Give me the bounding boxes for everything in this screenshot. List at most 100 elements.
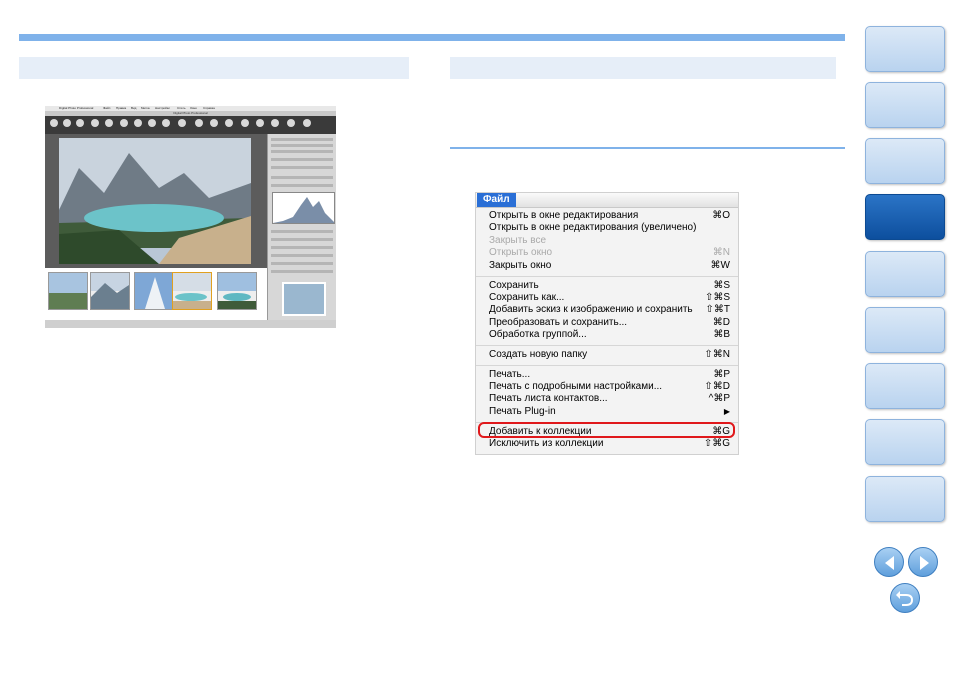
toolbar-button-icon xyxy=(120,119,128,127)
right-section-header xyxy=(450,57,836,79)
nav-tab-4-active[interactable] xyxy=(865,194,945,240)
app-menu-item: Стиль xyxy=(177,106,186,110)
app-statusbar xyxy=(45,320,336,328)
nav-tab-1[interactable] xyxy=(865,26,945,72)
menu-separator xyxy=(476,345,738,346)
toolbar-button-icon xyxy=(63,119,71,127)
app-screenshot: Digital Photo Professional Файл Правка В… xyxy=(45,106,336,328)
next-page-icon xyxy=(920,556,929,570)
toolbar-button-icon xyxy=(134,119,142,127)
prev-page-button[interactable] xyxy=(874,547,904,577)
section-divider xyxy=(450,147,845,149)
app-menu-item: Файл xyxy=(103,106,111,110)
menu-item-shortcut: ⌘N xyxy=(712,247,730,258)
menu-item-add-thumbnail-save[interactable]: Добавить эскиз к изображению и сохранить… xyxy=(489,304,734,316)
tool-palette xyxy=(267,134,336,320)
menu-item-label: Преобразовать и сохранить... xyxy=(489,317,628,328)
menu-item-label: Добавить эскиз к изображению и сохранить xyxy=(489,304,693,315)
toolbar-button-icon xyxy=(225,119,233,127)
menu-item-label: Печать листа контактов... xyxy=(489,393,608,404)
menu-item-shortcut: ⇧⌘G xyxy=(703,438,730,449)
menu-item-close-window[interactable]: Закрыть окно ⌘W xyxy=(489,260,734,272)
prev-page-icon xyxy=(885,556,894,570)
menu-item-shortcut: ⇧⌘S xyxy=(704,292,730,303)
menu-item-close-all: Закрыть все xyxy=(489,235,734,247)
menu-item-save-as[interactable]: Сохранить как... ⇧⌘S xyxy=(489,292,734,304)
menu-item-label: Закрыть все xyxy=(489,235,547,246)
menu-item-new-folder[interactable]: Создать новую папку ⇧⌘N xyxy=(489,349,734,361)
toolbar-button-icon xyxy=(76,119,84,127)
menu-item-batch[interactable]: Обработка группой... ⌘B xyxy=(489,329,734,341)
menu-item-label: Сохранить как... xyxy=(489,292,565,303)
lake-photo xyxy=(59,138,251,264)
menu-item-print-plugin[interactable]: Печать Plug-in ▶ xyxy=(489,406,734,418)
menu-item-open-edit[interactable]: Открыть в окне редактирования ⌘O xyxy=(489,210,734,222)
menu-item-label: Обработка группой... xyxy=(489,329,587,340)
palette-row xyxy=(271,158,333,161)
app-menu-item: Окно xyxy=(190,106,197,110)
menu-item-print[interactable]: Печать... ⌘P xyxy=(489,369,734,381)
file-menu-title[interactable]: Файл xyxy=(477,193,516,207)
menu-item-save[interactable]: Сохранить ⌘S xyxy=(489,280,734,292)
callout-highlight xyxy=(478,422,735,438)
thumbnail-strip xyxy=(45,268,267,320)
menu-item-shortcut: ⌘P xyxy=(713,369,730,380)
menu-item-convert-save[interactable]: Преобразовать и сохранить... ⌘D xyxy=(489,317,734,329)
left-section-header xyxy=(19,57,409,79)
menu-item-label: Исключить из коллекции xyxy=(489,438,604,449)
next-page-button[interactable] xyxy=(908,547,938,577)
menu-separator xyxy=(476,276,738,277)
menu-item-open-edit-zoomed[interactable]: Открыть в окне редактирования (увеличено… xyxy=(489,222,734,234)
palette-row xyxy=(271,254,333,257)
app-menu-item: Справка xyxy=(203,106,215,110)
menu-item-shortcut: ⌘O xyxy=(712,210,730,221)
nav-tab-3[interactable] xyxy=(865,138,945,184)
menu-separator xyxy=(476,365,738,366)
menu-item-label: Печать Plug-in xyxy=(489,406,556,417)
menu-item-label: Открыть в окне редактирования xyxy=(489,210,639,221)
nav-tab-7[interactable] xyxy=(865,363,945,409)
toolbar-button-icon xyxy=(91,119,99,127)
menu-item-print-contact-sheet[interactable]: Печать листа контактов... ^⌘P xyxy=(489,393,734,405)
image-viewer xyxy=(45,134,267,268)
toolbar-button-icon xyxy=(256,119,264,127)
menu-item-shortcut: ⌘S xyxy=(713,280,730,291)
menu-item-print-detailed[interactable]: Печать с подробными настройками... ⇧⌘D xyxy=(489,381,734,393)
menu-item-label: Сохранить xyxy=(489,280,539,291)
nav-tab-2[interactable] xyxy=(865,82,945,128)
palette-row xyxy=(271,166,333,169)
app-toolbar xyxy=(45,116,336,134)
toolbar-button-icon xyxy=(241,119,249,127)
return-icon xyxy=(896,591,914,606)
toolbar-button-icon xyxy=(195,119,203,127)
menu-item-label: Открыть в окне редактирования (увеличено… xyxy=(489,222,697,233)
app-menu-item: Настройки xyxy=(155,106,170,110)
histogram xyxy=(272,192,335,224)
nav-tab-8[interactable] xyxy=(865,419,945,465)
menu-item-shortcut: ⇧⌘T xyxy=(705,304,731,315)
nav-tab-6[interactable] xyxy=(865,307,945,353)
app-menu-item: Метка xyxy=(141,106,150,110)
menu-item-label: Печать... xyxy=(489,369,531,380)
nav-tab-5[interactable] xyxy=(865,251,945,297)
menu-item-label: Печать с подробными настройками... xyxy=(489,381,663,392)
menu-item-remove-from-collection[interactable]: Исключить из коллекции ⇧⌘G xyxy=(489,438,734,450)
palette-row xyxy=(271,230,333,233)
toolbar-button-icon xyxy=(271,119,279,127)
palette-row xyxy=(271,270,333,273)
palette-row xyxy=(271,238,333,241)
return-button[interactable] xyxy=(890,583,920,613)
menu-item-label: Закрыть окно xyxy=(489,260,552,271)
menu-bar: Файл xyxy=(476,193,738,208)
toolbar-button-icon xyxy=(303,119,311,127)
palette-row xyxy=(271,246,333,249)
palette-row xyxy=(271,184,333,187)
toolbar-button-icon xyxy=(50,119,58,127)
palette-row xyxy=(271,138,333,141)
thumbnail xyxy=(217,272,257,310)
toolbar-button-icon xyxy=(162,119,170,127)
palette-row xyxy=(271,176,333,179)
nav-tab-9[interactable] xyxy=(865,476,945,522)
toolbar-button-icon xyxy=(105,119,113,127)
thumbnail xyxy=(134,272,174,310)
